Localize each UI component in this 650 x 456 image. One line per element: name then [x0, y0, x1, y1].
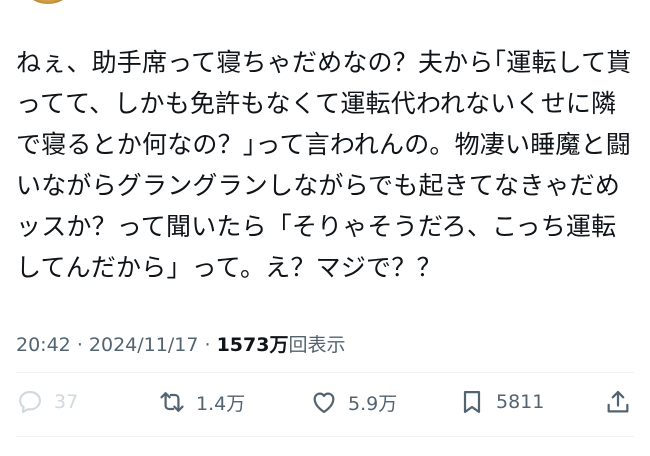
meta-separator: ·	[204, 334, 211, 356]
like-button[interactable]: 5.9万	[310, 380, 397, 424]
views-label: 回表示	[288, 334, 346, 356]
bookmark-count: 5811	[496, 391, 545, 413]
like-count: 5.9万	[348, 392, 398, 415]
divider	[16, 372, 634, 373]
tweet-time[interactable]: 20:42	[16, 334, 71, 356]
heart-icon	[310, 388, 338, 416]
view-count: 1573万	[216, 334, 289, 356]
bookmark-button[interactable]: 5811	[458, 380, 544, 424]
tweet-date[interactable]: 2024/11/17	[89, 334, 199, 356]
meta-separator: ·	[76, 334, 83, 356]
bottom-divider	[16, 436, 634, 437]
speech-bubble-icon	[16, 388, 44, 416]
retweet-button[interactable]: 1.4万	[158, 380, 245, 424]
retweet-count: 1.4万	[196, 392, 246, 415]
retweet-arrows-icon	[158, 388, 186, 416]
action-bar: 37 1.4万 5.9万 5811	[0, 380, 650, 424]
tweet-meta: 20:42 · 2024/11/17 · 1573万回表示	[16, 330, 345, 357]
share-upload-icon	[604, 388, 632, 416]
tweet-text: ねぇ、助手席って寝ちゃだめなの？夫から｢運転して貰ってて、しかも免許もなくて運転…	[16, 48, 632, 282]
share-button[interactable]	[604, 380, 632, 424]
avatar[interactable]	[26, 0, 70, 4]
reply-count: 37	[54, 391, 79, 413]
reply-button[interactable]: 37	[16, 380, 78, 424]
bookmark-icon	[458, 388, 486, 416]
